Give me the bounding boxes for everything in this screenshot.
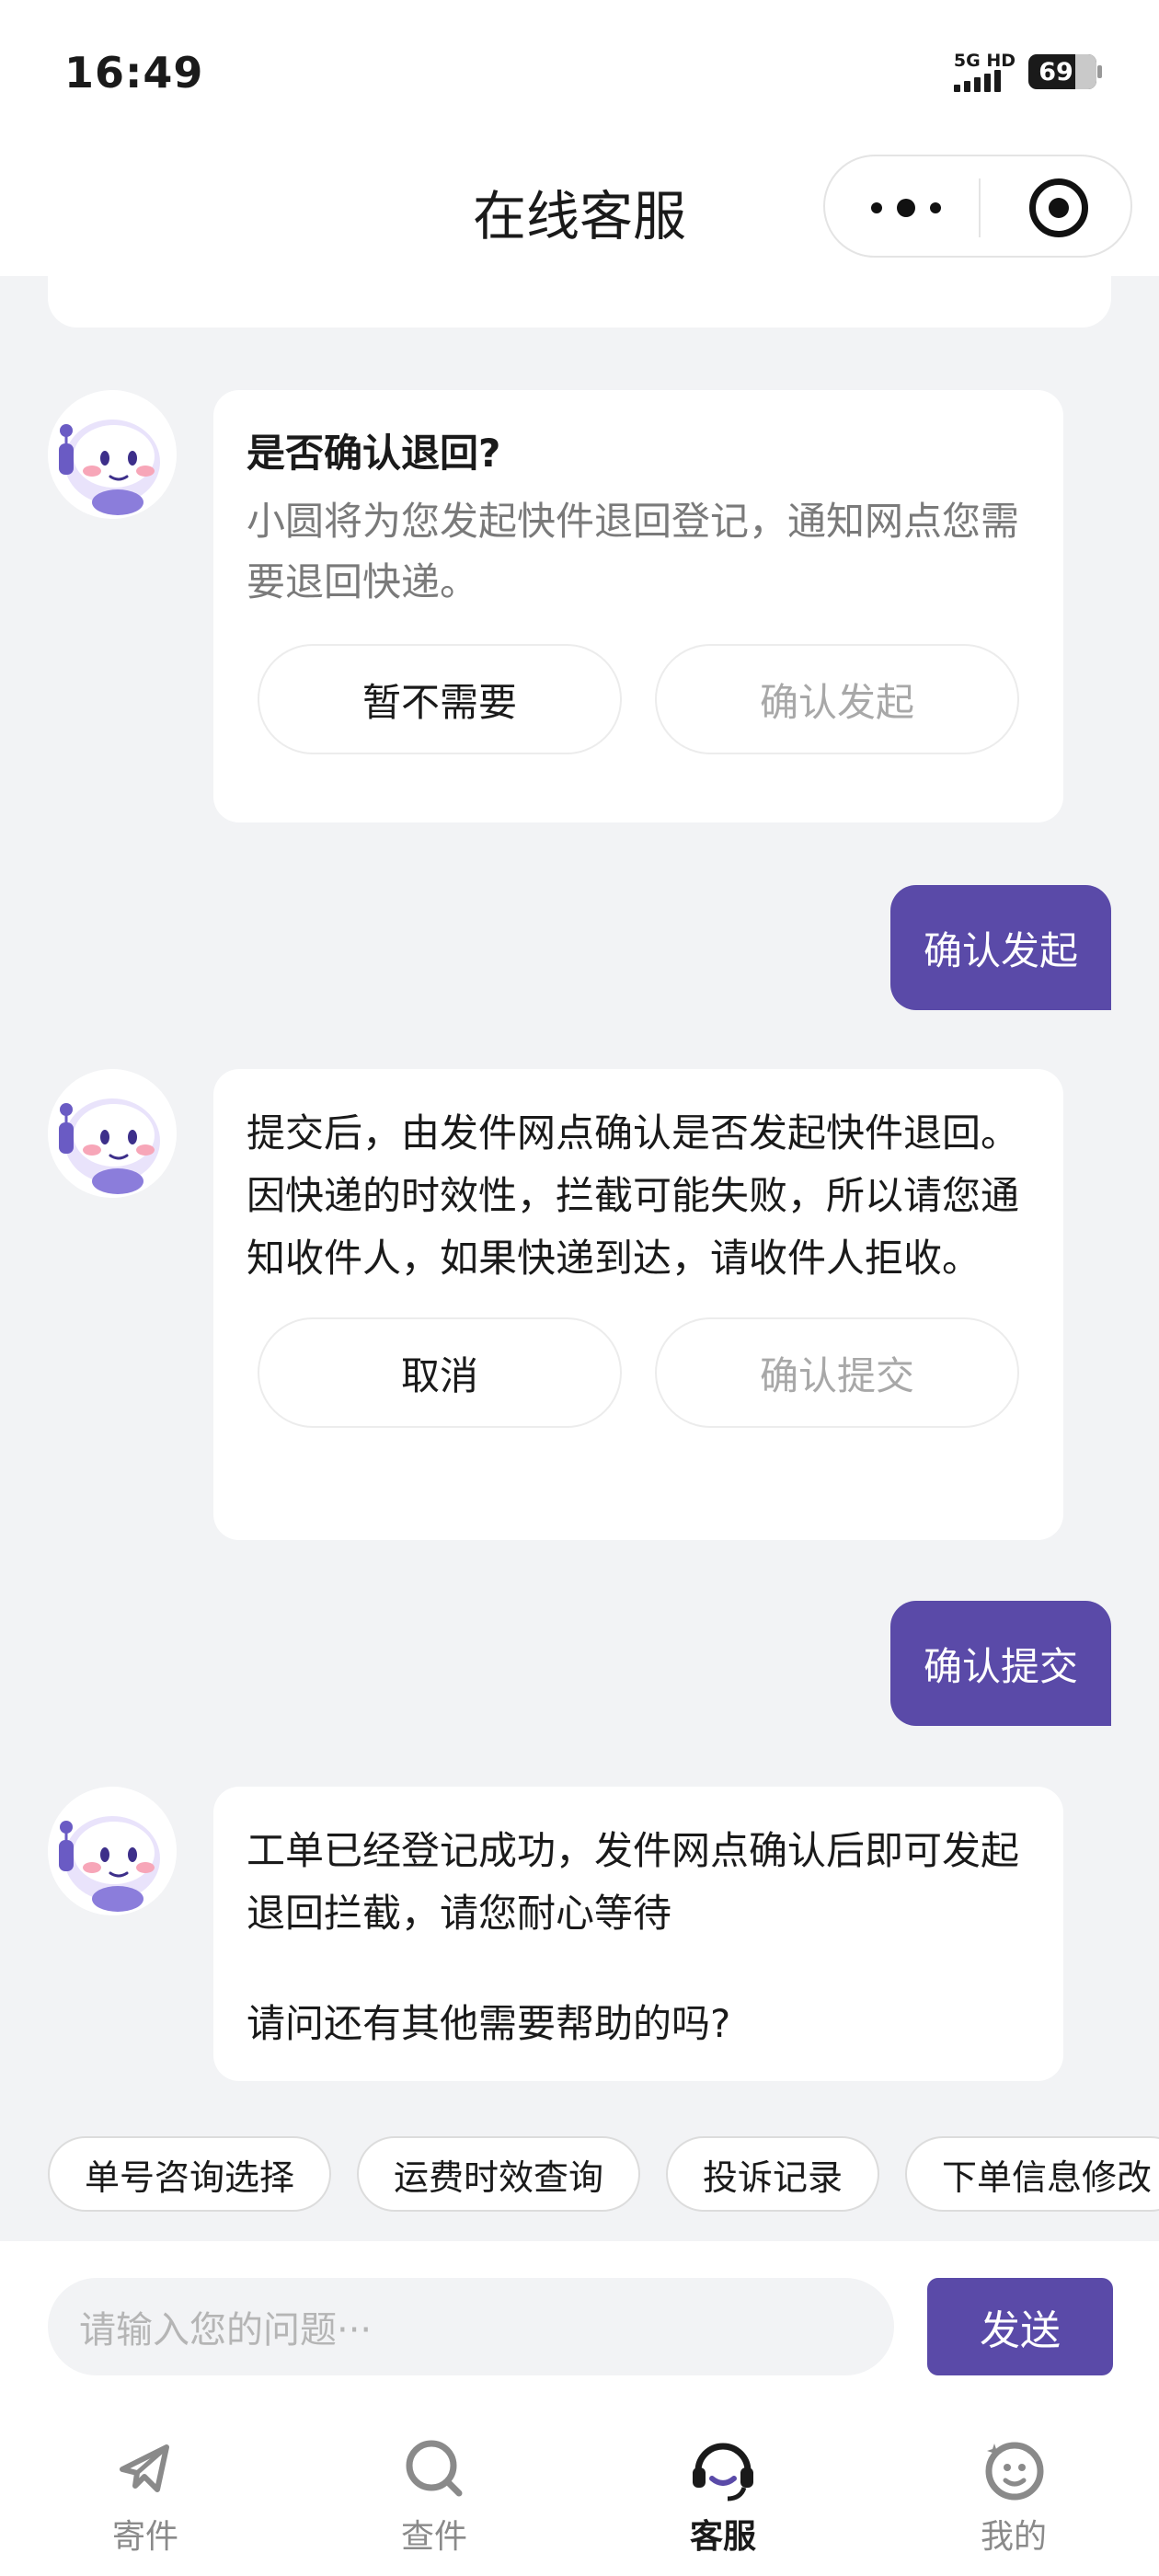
send-button[interactable]: 发送 — [927, 2278, 1113, 2375]
tab-send[interactable]: 寄件 — [72, 2432, 219, 2558]
robot-avatar-icon — [48, 1787, 177, 1915]
bot-message-ticket-registered: 工单已经登记成功，发件网点确认后即可发起退回拦截，请您耐心等待 请问还有其他需要… — [213, 1787, 1063, 2081]
chat-page: 16:49 5G HD 69 在线客服 是否确认退回? 小圆将为您发起快件退回登… — [0, 0, 1159, 2576]
headset-icon — [693, 2443, 753, 2501]
miniprogram-capsule — [823, 155, 1132, 258]
tab-label: 我的 — [980, 2518, 1047, 2556]
capsule-divider — [979, 178, 981, 237]
bot-avatar — [48, 1787, 177, 1915]
robot-avatar-icon — [48, 1069, 177, 1198]
message-actions: 取消 确认提交 — [247, 1317, 1030, 1428]
message-text: 提交后，由发件网点确认是否发起快件退回。因快递的时效性，拦截可能失败，所以请您通… — [247, 1110, 1020, 1281]
quick-reply-chip[interactable]: 运费时效查询 — [357, 2136, 641, 2212]
title-bar: 在线客服 — [0, 147, 1159, 276]
message-followup-text: 请问还有其他需要帮助的吗? — [247, 2001, 731, 2046]
bot-avatar — [48, 390, 177, 519]
tab-label: 寄件 — [111, 2518, 178, 2556]
status-indicators: 5G HD 69 — [953, 51, 1102, 92]
user-message: 确认发起 — [889, 885, 1111, 1010]
tab-service[interactable]: 客服 — [649, 2432, 797, 2558]
close-miniprogram-icon[interactable] — [1029, 178, 1088, 237]
question-input[interactable]: 请输入您的问题··· — [48, 2278, 894, 2375]
robot-avatar-icon — [48, 390, 177, 519]
status-bar: 16:49 5G HD 69 — [0, 0, 1159, 147]
network-label: 5G HD — [953, 51, 1016, 71]
cancel-button[interactable]: 取消 — [258, 1317, 622, 1428]
quick-reply-bar: 单号咨询选择 运费时效查询 投诉记录 下单信息修改 — [48, 2136, 1159, 2212]
quick-reply-chip[interactable]: 单号咨询选择 — [48, 2136, 332, 2212]
quick-reply-chip[interactable]: 下单信息修改 — [905, 2136, 1159, 2212]
status-time: 16:49 — [64, 48, 204, 98]
more-menu-icon[interactable] — [871, 191, 941, 224]
user-message: 确认提交 — [889, 1601, 1111, 1726]
send-plane-icon — [120, 2444, 169, 2492]
message-actions: 暂不需要 确认发起 — [247, 644, 1030, 754]
tab-label: 客服 — [689, 2518, 756, 2556]
smile-face-icon — [985, 2442, 1044, 2501]
bot-avatar — [48, 1069, 177, 1198]
quick-reply-chip[interactable]: 投诉记录 — [666, 2136, 880, 2212]
message-text: 工单已经登记成功，发件网点确认后即可发起退回拦截，请您耐心等待 — [247, 1828, 1020, 1936]
signal-icon — [953, 70, 1001, 92]
confirm-initiate-button[interactable]: 确认发起 — [655, 644, 1019, 754]
bot-message-submit-notice: 提交后，由发件网点确认是否发起快件退回。因快递的时效性，拦截可能失败，所以请您通… — [213, 1069, 1063, 1540]
message-text: 小圆将为您发起快件退回登记，通知网点您需要退回快递。 — [247, 499, 1020, 604]
input-bar: 请输入您的问题··· 发送 — [0, 2241, 1159, 2398]
search-icon — [406, 2440, 463, 2497]
message-title: 是否确认退回? — [247, 431, 501, 476]
decline-button[interactable]: 暂不需要 — [258, 644, 622, 754]
bottom-tab-bar: 寄件 查件 客服 我的 — [0, 2398, 1159, 2576]
battery-level: 69 — [1039, 57, 1073, 86]
battery-icon: 69 — [1028, 54, 1102, 89]
bot-message-confirm-return: 是否确认退回? 小圆将为您发起快件退回登记，通知网点您需要退回快递。 暂不需要 … — [213, 390, 1063, 822]
tab-label: 查件 — [400, 2518, 467, 2556]
tab-track[interactable]: 查件 — [361, 2432, 508, 2558]
previous-message-card — [48, 276, 1111, 328]
tab-mine[interactable]: 我的 — [940, 2432, 1087, 2558]
confirm-submit-button[interactable]: 确认提交 — [655, 1317, 1019, 1428]
network-indicator: 5G HD — [953, 51, 1016, 92]
